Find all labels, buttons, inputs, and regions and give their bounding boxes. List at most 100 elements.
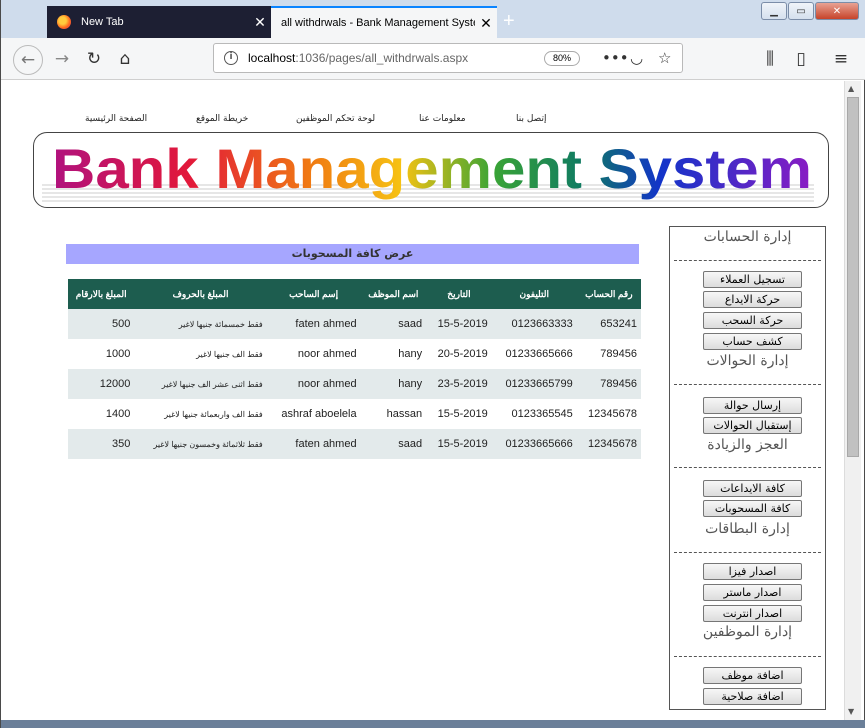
pocket-icon[interactable]: ◡	[630, 49, 643, 67]
window-bottom-border	[1, 720, 865, 728]
cell-date: 15-5-2019	[426, 429, 492, 459]
url-path: :1036/pages/all_withdrwals.aspx	[295, 51, 469, 65]
section-heading-accounts: إدارة الحسابات	[703, 229, 792, 245]
cell-phone: 0123663333	[491, 309, 577, 339]
tab-label: New Tab	[81, 16, 124, 28]
new-tab-plus-icon[interactable]: +	[503, 10, 515, 33]
banner-logo: Bank Management System	[42, 137, 814, 202]
cell-employee-name: saad	[360, 429, 427, 459]
issue-internet-card-button[interactable]: اصدار انترنت	[703, 605, 802, 622]
withdrawal-transaction-button[interactable]: حركة السحب	[703, 312, 802, 329]
table-row: 653241 0123663333 15-5-2019 saad faten a…	[68, 309, 641, 339]
cell-date: 23-5-2019	[426, 369, 492, 399]
cell-amount-words: فقط خمسمائة جنيها لاغير	[134, 309, 267, 339]
register-customers-button[interactable]: تسجيل العملاء	[703, 271, 802, 288]
section-heading-cards: إدارة البطاقات	[705, 521, 790, 537]
close-tab-icon[interactable]: ✕	[475, 15, 497, 32]
maximize-window-button[interactable]: ▭	[788, 2, 814, 20]
add-permission-button[interactable]: اضافة صلاحية	[703, 688, 802, 705]
cell-account-number: 789456	[600, 348, 637, 360]
home-icon[interactable]: ⌂	[114, 48, 136, 70]
cell-account-number: 12345678	[588, 408, 637, 420]
cell-account-number: 789456	[576, 369, 641, 399]
nav-link-contact[interactable]: إتصل بنا	[516, 114, 546, 124]
cell-phone: 01233665799	[491, 369, 577, 399]
issue-visa-button[interactable]: اصدار فيزا	[703, 563, 802, 580]
column-header-amount-words: المبلغ بالحروف	[134, 279, 267, 309]
column-header-withdrawer-name: إسم الساحب	[266, 279, 361, 309]
zoom-level-badge[interactable]: 80%	[544, 51, 580, 66]
account-statement-button[interactable]: كشف حساب	[703, 333, 802, 350]
close-tab-icon[interactable]: ✕	[249, 14, 271, 31]
forward-arrow-icon[interactable]: →	[51, 48, 73, 70]
column-header-phone: التليفون	[491, 279, 577, 309]
menu-icon[interactable]: ≡	[830, 48, 852, 70]
cell-employee-name: hany	[398, 348, 423, 360]
close-window-button[interactable]: ✕	[815, 2, 859, 20]
nav-link-about[interactable]: معلومات عنا	[419, 114, 466, 124]
page-content: الصفحة الرئيسية خريطة الموقع لوحة تحكم ا…	[2, 81, 844, 728]
section-heading-employees: إدارة الموظفين	[702, 624, 793, 640]
sidebar-toggle-icon[interactable]: ▯	[790, 48, 812, 70]
cell-amount-words: فقط اثنى عشر الف جنيها لاغير	[134, 369, 267, 399]
cell-withdrawer-name: ashraf aboelela	[281, 408, 357, 420]
section-separator	[674, 260, 821, 261]
all-deposits-button[interactable]: كافة الايداعات	[703, 480, 802, 497]
column-header-date: التاريخ	[426, 279, 492, 309]
address-bar[interactable]: i localhost:1036/pages/all_withdrwals.as…	[213, 43, 683, 73]
page-actions-icon[interactable]: •••	[602, 49, 629, 67]
section-heading-transfers: إدارة الحوالات	[706, 353, 789, 369]
url-host: localhost	[248, 51, 296, 65]
bookmark-star-icon[interactable]: ☆	[658, 49, 671, 67]
nav-link-staff-panel[interactable]: لوحة تحكم الموظفين	[296, 114, 375, 124]
cell-withdrawer-name: noor ahmed	[266, 369, 361, 399]
column-header-employee-name: اسم الموظف	[360, 279, 427, 309]
deposit-transaction-button[interactable]: حركة الايداع	[703, 291, 802, 308]
table-row: 789456 01233665799 23-5-2019 hany noor a…	[68, 369, 641, 399]
cell-amount-numbers: 350	[68, 429, 135, 459]
issue-master-button[interactable]: اصدار ماستر	[703, 584, 802, 601]
all-withdrawals-button[interactable]: كافة المسحوبات	[703, 500, 802, 517]
scroll-up-icon[interactable]: ▲	[848, 84, 854, 93]
section-heading-shortage-surplus: العجز والزيادة	[707, 437, 788, 453]
back-arrow-icon[interactable]: ←	[13, 45, 43, 75]
vertical-scrollbar[interactable]: ▲ ▼	[844, 81, 861, 720]
send-transfer-button[interactable]: إرسال حوالة	[703, 397, 802, 414]
cell-date: 15-5-2019	[426, 309, 492, 339]
browser-window: New Tab ✕ all withdrwals - Bank Manageme…	[0, 0, 865, 728]
cell-amount-words: فقط ثلاثمائة وخمسون جنيها لاغير	[134, 429, 267, 459]
minimize-window-button[interactable]: ▁	[761, 2, 787, 20]
table-row: 789456 01233665666 20-5-2019 hany noor a…	[68, 339, 641, 369]
cell-phone: 0123365545	[511, 408, 573, 420]
cell-withdrawer-name: noor ahmed	[297, 348, 357, 360]
top-navigation: الصفحة الرئيسية خريطة الموقع لوحة تحكم ا…	[2, 114, 844, 130]
library-icon[interactable]: ⫼	[759, 48, 781, 70]
nav-link-home[interactable]: الصفحة الرئيسية	[85, 114, 147, 124]
tab-all-withdrawals[interactable]: all withdrwals - Bank Management System …	[271, 6, 497, 38]
cell-amount-words: فقط الف واربعمائة جنيها لاغير	[164, 409, 263, 419]
cell-amount-words: فقط الف جنيها لاغير	[196, 349, 263, 359]
nav-link-sitemap[interactable]: خريطة الموقع	[196, 114, 248, 124]
tab-strip: New Tab ✕ all withdrwals - Bank Manageme…	[1, 0, 865, 38]
url-text[interactable]: localhost:1036/pages/all_withdrwals.aspx	[248, 51, 468, 65]
cell-date: 20-5-2019	[437, 348, 488, 360]
reload-icon[interactable]: ↻	[83, 48, 105, 70]
table-row: 12345678 01233665666 15-5-2019 saad fate…	[68, 429, 641, 459]
info-icon[interactable]: i	[224, 51, 238, 65]
column-header-amount-numbers: المبلغ بالارقام	[68, 279, 135, 309]
add-employee-button[interactable]: اضافة موظف	[703, 667, 802, 684]
cell-date: 15-5-2019	[437, 408, 488, 420]
cell-account-number: 653241	[576, 309, 641, 339]
tab-new-tab[interactable]: New Tab ✕	[47, 6, 271, 38]
scrollbar-thumb[interactable]	[847, 97, 859, 457]
cell-withdrawer-name: faten ahmed	[266, 309, 361, 339]
cell-phone: 01233665666	[505, 348, 573, 360]
scroll-down-icon[interactable]: ▼	[848, 707, 854, 716]
receive-transfers-button[interactable]: إستقبال الحوالات	[703, 417, 802, 434]
section-separator	[674, 552, 821, 553]
section-separator	[674, 467, 821, 468]
cell-amount-numbers: 500	[68, 309, 135, 339]
cell-amount-numbers: 12000	[68, 369, 135, 399]
site-banner: Bank Management System	[33, 132, 829, 208]
section-separator	[674, 656, 821, 657]
